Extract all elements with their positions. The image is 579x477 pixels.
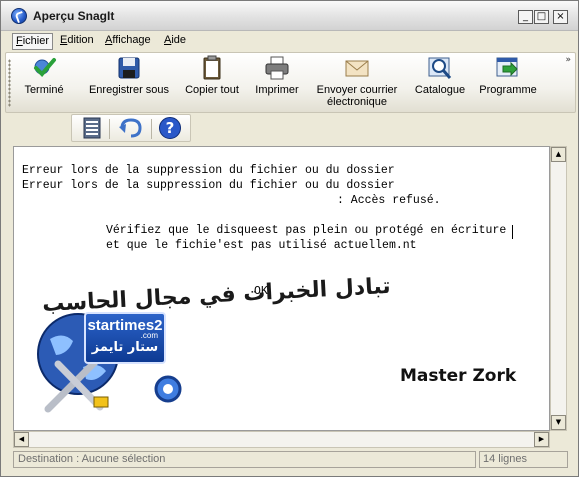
catalog-button[interactable]: Catalogue: [412, 55, 468, 111]
menu-fichier-label: ichier: [22, 35, 50, 47]
window-title: Aperçu SnagIt: [33, 9, 115, 23]
svg-text:?: ?: [166, 119, 175, 137]
text-caret: [512, 225, 513, 239]
close-button[interactable]: ×: [553, 10, 568, 24]
text-line: Erreur lors de la suppression du fichier…: [22, 179, 395, 192]
toolbar-separator: [151, 119, 152, 139]
watermark-brand-arabic: ستار تايمز: [91, 340, 159, 355]
horizontal-scrollbar[interactable]: ◀ ▶: [13, 431, 550, 448]
program-button[interactable]: Programme: [478, 55, 538, 111]
status-line-count: 14 lignes: [479, 451, 568, 468]
copy-all-button[interactable]: Copier tout: [182, 55, 242, 111]
status-bar: Destination : Aucune sélection 14 lignes: [13, 451, 568, 468]
minimize-button[interactable]: _: [518, 10, 533, 24]
scroll-down-icon[interactable]: ▼: [551, 415, 566, 430]
copy-all-label: Copier tout: [185, 84, 239, 96]
toolbar-grip[interactable]: [8, 59, 11, 107]
clipboard-icon: [203, 55, 221, 80]
main-toolbar: Terminé Enregistrer sous Copier tout Imp…: [5, 52, 576, 113]
program-arrow-icon: [496, 57, 518, 77]
text-line: : Accès refusé.: [337, 194, 441, 207]
scroll-left-icon[interactable]: ◀: [14, 432, 29, 447]
menu-aide[interactable]: Aide: [161, 33, 189, 50]
envelope-icon: [345, 60, 369, 77]
title-bar[interactable]: Aperçu SnagIt _ □ ×: [1, 1, 578, 31]
status-destination: Destination : Aucune sélection: [13, 451, 476, 468]
watermark-author: Master Zork: [400, 366, 517, 386]
save-as-button[interactable]: Enregistrer sous: [86, 55, 172, 111]
watermark-brand-badge: startimes2 .com ستار تايمز: [84, 312, 166, 364]
save-as-label: Enregistrer sous: [88, 84, 170, 96]
snagit-app-icon[interactable]: [11, 8, 27, 24]
program-label: Programme: [479, 84, 537, 96]
menu-fichier[interactable]: Fichier: [12, 33, 54, 50]
text-line: Vérifiez que le disqueest pas plein ou p…: [106, 224, 507, 237]
menu-fichier-accel: F: [16, 35, 23, 47]
text-line: Erreur lors de la suppression du fichier…: [22, 164, 395, 177]
printer-icon: [265, 56, 289, 80]
maximize-button[interactable]: □: [534, 10, 549, 24]
done-button[interactable]: Terminé: [20, 55, 68, 111]
checkmark-icon: [34, 58, 56, 77]
menu-aide-label: ide: [171, 34, 187, 46]
menu-affichage-label: ffichage: [112, 34, 151, 46]
send-email-button[interactable]: Envoyer courrier électronique: [312, 55, 402, 111]
print-label: Imprimer: [255, 84, 299, 96]
properties-icon[interactable]: [81, 116, 103, 140]
toolbar-overflow-icon[interactable]: »: [565, 55, 571, 65]
text-line: et que le fichie'est pas utilisé actuell…: [106, 239, 417, 252]
preview-content-area[interactable]: Erreur lors de la suppression du fichier…: [13, 146, 550, 431]
send-email-label: Envoyer courrier électronique: [316, 84, 398, 108]
menu-edition-label: dition: [67, 34, 94, 46]
snagit-preview-window: Aperçu SnagIt _ □ × Fichier Edition Affi…: [0, 0, 579, 477]
floppy-disk-icon: [118, 57, 140, 79]
toolbar-separator: [109, 119, 110, 139]
menu-bar: Fichier Edition Affichage Aide: [1, 31, 578, 51]
catalog-magnifier-icon: [428, 57, 452, 79]
undo-icon[interactable]: [118, 116, 144, 140]
done-label: Terminé: [24, 84, 64, 96]
vertical-scrollbar[interactable]: ▲ ▼: [550, 146, 567, 431]
menu-affichage[interactable]: Affichage: [102, 33, 154, 50]
menu-edition[interactable]: Edition: [57, 33, 97, 50]
scroll-up-icon[interactable]: ▲: [551, 147, 566, 162]
scroll-right-icon[interactable]: ▶: [534, 432, 549, 447]
catalog-label: Catalogue: [414, 84, 466, 96]
print-button[interactable]: Imprimer: [252, 55, 302, 111]
help-icon[interactable]: ?: [158, 116, 182, 140]
scrollbar-corner: [550, 431, 567, 448]
